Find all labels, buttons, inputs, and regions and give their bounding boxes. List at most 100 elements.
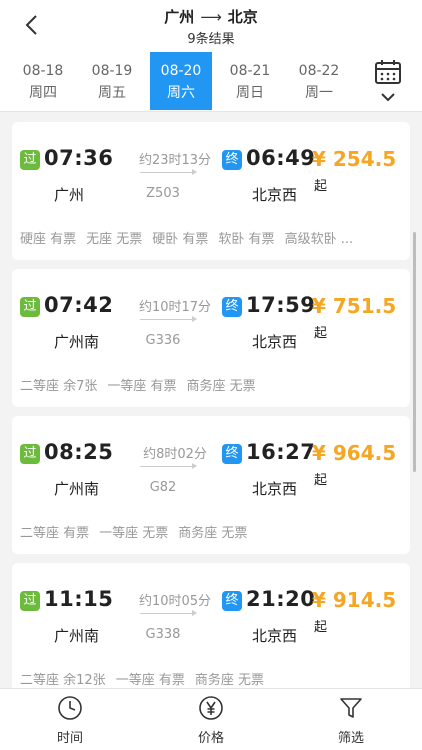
train-card[interactable]: 过 07:36 约23时13分 Z503 终 06:49 ¥ 254.5 起 广州… — [12, 122, 410, 260]
duration: 约10时17分 — [138, 300, 212, 315]
arrive-time: 16:27 — [246, 440, 316, 464]
train-card[interactable]: 过 08:25 约8时02分 G82 终 16:27 ¥ 964.5起 广州南 … — [12, 416, 410, 554]
seat-info: 二等座 有票 — [20, 526, 90, 541]
clock-icon — [58, 696, 82, 720]
seat-info: 商务座 无票 — [186, 379, 256, 394]
to-station: 北京西 — [252, 627, 298, 645]
date-tab-selected[interactable]: 08-20 周六 — [150, 52, 212, 110]
top-bar: 广州 ⟶ 北京 9条结果 — [0, 0, 422, 50]
pass-badge: 过 — [20, 444, 40, 464]
date-label: 08-22 — [298, 63, 340, 79]
pass-badge: 过 — [20, 297, 40, 317]
route-line — [140, 316, 197, 322]
route-line — [140, 463, 197, 469]
train-number: G338 — [145, 627, 181, 642]
price-suffix: 起 — [314, 473, 328, 488]
date-label: 08-18 — [22, 63, 64, 79]
filter-button[interactable]: 筛选 — [311, 695, 391, 746]
seat-info: 一等座 无票 — [99, 526, 169, 541]
weekday-label: 周六 — [167, 85, 195, 101]
arrive-time: 17:59 — [246, 293, 316, 317]
seat-info: 一等座 有票 — [115, 673, 185, 688]
seat-info: 二等座 余12张 — [20, 673, 106, 688]
sort-by-time-button[interactable]: 时间 — [30, 695, 110, 746]
terminal-badge: 终 — [222, 150, 242, 170]
price-value: ¥ 914.5 — [312, 588, 397, 612]
weekday-label: 周日 — [236, 85, 264, 101]
duration: 约8时02分 — [143, 447, 207, 462]
weekday-label: 周五 — [98, 85, 126, 101]
chevron-down-icon — [381, 93, 395, 102]
calendar-icon — [375, 60, 401, 84]
seat-info: 硬卧 有票 — [152, 232, 209, 247]
date-label: 08-20 — [160, 63, 202, 79]
train-card[interactable]: 过 07:42 约10时17分 G336 终 17:59 ¥ 751.5 起 广州… — [12, 269, 410, 407]
seat-info: 硬座 有票 — [20, 232, 77, 247]
calendar-button[interactable] — [374, 59, 402, 105]
seat-info: 二等座 余7张 — [20, 379, 98, 394]
depart-time: 07:36 — [44, 146, 114, 170]
date-tab[interactable]: 08-21 周日 — [219, 52, 281, 110]
terminal-badge: 终 — [222, 591, 242, 611]
tab-label: 筛选 — [337, 731, 364, 746]
train-card[interactable]: 过 11:15 约10时05分 G338 终 21:20 ¥ 914.5 起 广州… — [12, 563, 410, 688]
price: ¥ 751.5 起 — [312, 294, 410, 342]
route-title: 广州 ⟶ 北京 — [0, 6, 422, 27]
depart-time: 07:42 — [44, 293, 114, 317]
train-number: Z503 — [146, 186, 180, 201]
seat-info: 商务座 无票 — [194, 673, 264, 688]
date-label: 08-21 — [229, 63, 271, 79]
seat-info: 无座 无票 — [86, 232, 143, 247]
sort-by-price-button[interactable]: 价格 — [171, 695, 251, 746]
seat-info: 高级软卧 ... — [284, 232, 354, 247]
arrive-time: 06:49 — [246, 146, 316, 170]
tab-label: 时间 — [56, 731, 83, 746]
seat-availability: 硬座 有票 无座 无票 硬卧 有票 软卧 有票 高级软卧 ... — [20, 228, 363, 247]
scrollbar[interactable] — [413, 232, 416, 472]
route-arrow: ⟶ — [200, 8, 222, 26]
price-suffix: 起 — [314, 179, 328, 194]
result-count: 9条结果 — [187, 32, 235, 47]
price: ¥ 254.5 起 — [312, 147, 410, 195]
filter-icon — [340, 698, 362, 718]
date-tab[interactable]: 08-18 周四 — [12, 52, 74, 110]
weekday-label: 周四 — [29, 85, 57, 101]
from-station: 广州 — [54, 186, 85, 204]
price: ¥ 964.5 起 — [312, 441, 410, 489]
route-line — [140, 610, 197, 616]
train-number: G336 — [145, 333, 181, 348]
tab-label: 价格 — [197, 731, 224, 746]
price-value: ¥ 254.5 — [312, 147, 397, 171]
to-station: 北京西 — [252, 333, 298, 351]
pass-badge: 过 — [20, 591, 40, 611]
depart-time: 08:25 — [44, 440, 114, 464]
weekday-label: 周一 — [305, 85, 333, 101]
bottom-sort-bar: 时间 价格 筛选 — [0, 688, 422, 750]
route-line — [140, 169, 197, 175]
seat-availability: 二等座 余7张 一等座 有票 商务座 无票 — [20, 375, 266, 394]
from-station: 广州南 — [54, 333, 100, 351]
train-list: 过 07:36 约23时13分 Z503 终 06:49 ¥ 254.5 起 广州… — [0, 112, 422, 688]
terminal-badge: 终 — [222, 297, 242, 317]
date-label: 08-19 — [91, 63, 133, 79]
duration: 约23时13分 — [138, 153, 212, 168]
terminal-badge: 终 — [222, 444, 242, 464]
date-selector: 08-18 周四 08-19 周五 08-20 周六 08-21 周日 08-2… — [0, 50, 422, 112]
destination-city: 北京 — [227, 8, 258, 26]
from-station: 广州南 — [54, 480, 100, 498]
duration: 约10时05分 — [138, 594, 212, 609]
price-suffix: 起 — [314, 326, 328, 341]
seat-info: 商务座 无票 — [178, 526, 248, 541]
date-tab[interactable]: 08-19 周五 — [81, 52, 143, 110]
seat-availability: 二等座 有票 一等座 无票 商务座 无票 — [20, 522, 257, 541]
seat-info: 软卧 有票 — [218, 232, 275, 247]
seat-availability: 二等座 余12张 一等座 有票 商务座 无票 — [20, 669, 274, 688]
seat-info: 一等座 有票 — [107, 379, 177, 394]
date-tab[interactable]: 08-22 周一 — [288, 52, 350, 110]
yen-icon — [199, 696, 223, 720]
price-value: ¥ 751.5 — [312, 294, 397, 318]
pass-badge: 过 — [20, 150, 40, 170]
arrive-time: 21:20 — [246, 587, 316, 611]
origin-city: 广州 — [164, 8, 195, 26]
to-station: 北京西 — [252, 480, 298, 498]
